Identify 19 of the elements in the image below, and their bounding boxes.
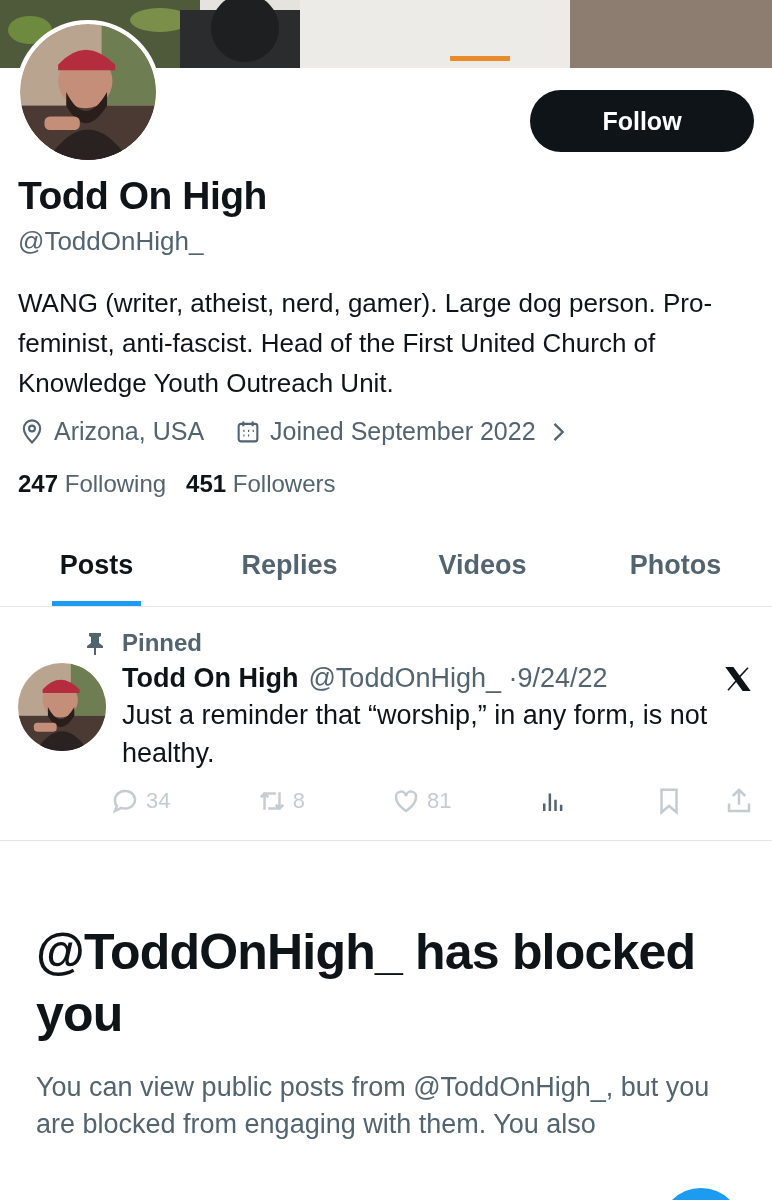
profile-tab[interactable]: Replies [193, 534, 386, 606]
follow-button[interactable]: Follow [530, 90, 754, 152]
post-text: Just a reminder that “worship,” in any form, is not healthy. [122, 699, 709, 770]
author-name[interactable]: Todd On High [122, 663, 299, 694]
profile-name: Todd On High [18, 174, 268, 218]
profile-bio: WANG (writer, atheist, nerd, gamer). Large dog person. Pro-feminist, anti-fascist. Head of the First United Church of Knowledge Youth Outreach Unit. [18, 287, 714, 400]
location-text: Arizona, USA [54, 417, 205, 446]
profile-handle: @ToddOnHigh_ [18, 226, 205, 257]
profile-tab[interactable]: Posts [0, 534, 193, 606]
blocked-message: You can view public posts from @ToddOnHigh_, but you are blocked from engaging with them. You also [36, 1071, 711, 1141]
pin-icon [84, 631, 106, 655]
profile-tab[interactable]: Photos [579, 534, 772, 606]
profile-tab[interactable]: Videos [386, 534, 579, 606]
post-meta: @ToddOnHigh_ ·9/24/22 [308, 663, 608, 694]
blocked-title: @ToddOnHigh_ has blocked you [36, 923, 697, 1044]
joined-date: Joined September 2022 [270, 417, 536, 446]
follow-count-link[interactable]: 451 Followers [186, 470, 336, 498]
pinned-label: Pinned [122, 629, 202, 657]
follow-count-link[interactable]: 247 Following [18, 470, 167, 498]
